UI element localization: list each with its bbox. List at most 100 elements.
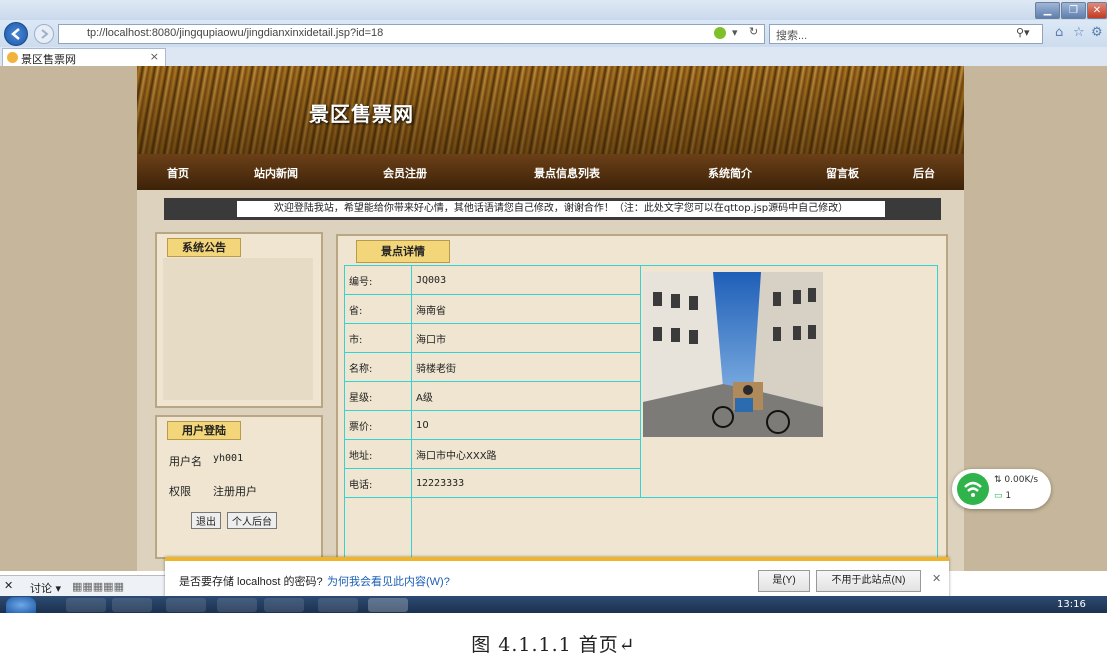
field-label: 票价: (344, 410, 412, 440)
search-placeholder: 搜索... (776, 30, 808, 42)
dropdown-icon[interactable]: ▾ (732, 26, 738, 39)
why-link[interactable]: 为何我会看见此内容(W)? (327, 573, 450, 589)
attraction-photo (643, 272, 823, 437)
marquee-text: 欢迎登陆我站，希望能给你带来好心情，其他话语请您自己修改，谢谢合作！（注：此处文… (237, 201, 885, 217)
nav-guestbook[interactable]: 留言板 (826, 165, 859, 181)
home-icon[interactable]: ⌂ (1055, 25, 1063, 40)
field-label: 星级: (344, 381, 412, 411)
back-arrow-icon (11, 28, 20, 40)
nav-news[interactable]: 站内新闻 (254, 165, 298, 181)
marquee-frame: 欢迎登陆我站，希望能给你带来好心情，其他话语请您自己修改，谢谢合作！（注：此处文… (164, 198, 941, 220)
figure-caption: 图 4.1.1.1 首页↵ (471, 634, 636, 656)
field-label: 市: (344, 323, 412, 353)
detail-title: 景点详情 (356, 240, 450, 263)
username-label: 用户名 (169, 455, 202, 468)
banner-shade (137, 66, 964, 154)
tab-row: 景区售票网 × (0, 47, 1107, 67)
field-value: 12223333 (411, 468, 641, 498)
web-page: 景区售票网 首页 站内新闻 会员注册 景点信息列表 系统简介 留言板 后台 欢迎… (0, 66, 1107, 571)
browser-app-icon[interactable] (217, 598, 257, 612)
network-speed: ⇅ 0.00K/s (994, 475, 1039, 485)
minimize-button[interactable]: ▁ (1035, 2, 1060, 19)
folder-icon[interactable] (264, 598, 304, 612)
nav-home[interactable]: 首页 (167, 165, 189, 181)
personal-center-button[interactable]: 个人后台 (227, 512, 277, 529)
start-orb-icon[interactable] (6, 597, 36, 613)
never-save-button[interactable]: 不用于此站点(N) (816, 570, 921, 592)
close-savebar-icon[interactable]: ✕ (932, 572, 941, 585)
media-icon[interactable] (318, 598, 358, 612)
user-login-panel: 用户登陆 用户名 yh001 权限 注册用户 退出 个人后台 (155, 415, 323, 559)
field-value: A级 (411, 381, 641, 411)
logout-button[interactable]: 退出 (191, 512, 221, 529)
nav-register[interactable]: 会员注册 (383, 165, 427, 181)
nav-attractions[interactable]: 景点信息列表 (534, 165, 600, 181)
settings-gear-icon[interactable]: ⚙ (1091, 25, 1103, 40)
search-icon[interactable]: ⚲▾ (1016, 26, 1030, 39)
field-value: 骑楼老街 (411, 352, 641, 382)
window-titlebar: ▁ ❐ ✕ (0, 0, 1107, 20)
site-title: 景区售票网 (309, 102, 414, 126)
photo-cell (640, 265, 938, 498)
device-count-value: 1 (1005, 491, 1012, 501)
save-yes-button[interactable]: 是(Y) (758, 570, 810, 592)
wifi-symbol (964, 481, 982, 497)
table-row: 编号: JQ003 (344, 265, 938, 498)
ie-icon[interactable] (368, 598, 408, 612)
detail-table: 编号: JQ003 省: 海南省 市: 海口市 名称: 骑楼老街 星级: A级 … (344, 265, 938, 571)
qq-icon[interactable] (112, 598, 152, 612)
field-label: 编号: (344, 265, 412, 295)
favicon-icon (7, 52, 18, 63)
forward-button[interactable] (34, 24, 54, 44)
close-tab-icon[interactable]: × (150, 50, 159, 63)
favorites-bar: ✕ 讨论 ▾ ▦▦▦▦▦ (0, 575, 166, 597)
taskbar: 13:16 (0, 596, 1107, 613)
main-nav: 首页 站内新闻 会员注册 景点信息列表 系统简介 留言板 后台 (137, 154, 964, 190)
field-value: 海南省 (411, 294, 641, 324)
field-value: 海口市 (411, 323, 641, 353)
clock: 13:16 (1057, 599, 1086, 610)
editor-icon[interactable] (166, 598, 206, 612)
speed-value: 0.00K/s (1004, 475, 1039, 485)
browser-tab[interactable]: 景区售票网 × (2, 48, 166, 67)
close-window-button[interactable]: ✕ (1087, 2, 1107, 19)
field-value: JQ003 (411, 265, 641, 295)
forward-arrow-icon (41, 29, 49, 39)
notice-content (163, 258, 313, 400)
save-password-question: 是否要存储 localhost 的密码? (179, 576, 323, 588)
nav-about[interactable]: 系统简介 (708, 165, 752, 181)
login-title: 用户登陆 (167, 421, 241, 440)
discuss-menu[interactable]: 讨论 ▾ (30, 580, 61, 596)
username-value: yh001 (213, 453, 244, 464)
wifi-icon (957, 473, 989, 505)
device-count: ▭ 1 (994, 491, 1012, 501)
address-bar[interactable]: tp://localhost:8080/jingqupiaowu/jingdia… (58, 24, 765, 44)
field-label: 地址: (344, 439, 412, 469)
notice-title: 系统公告 (167, 238, 241, 257)
compatibility-icon[interactable] (714, 27, 726, 39)
back-button[interactable] (4, 22, 28, 46)
field-value: 海口市中心XXX路 (411, 439, 641, 469)
refresh-icon[interactable]: ↻ (749, 25, 758, 38)
search-bar[interactable]: 搜索... ⚲▾ (769, 24, 1043, 44)
tab-title: 景区售票网 (21, 53, 76, 66)
attraction-detail-panel: 景点详情 编号: JQ003 省: 海南省 市: 海口市 名称: 骑楼老街 星级… (336, 234, 948, 571)
role-label: 权限 (169, 485, 191, 498)
field-label: 省: (344, 294, 412, 324)
app-icon[interactable] (66, 598, 106, 612)
favorites-star-icon[interactable]: ☆ (1073, 25, 1085, 40)
address-row: tp://localhost:8080/jingqupiaowu/jingdia… (0, 20, 1107, 47)
role-value: 注册用户 (213, 485, 257, 498)
maximize-button[interactable]: ❐ (1061, 2, 1086, 19)
toolbar-icons[interactable]: ▦▦▦▦▦ (72, 580, 124, 593)
field-value: 10 (411, 410, 641, 440)
notice-panel: 系统公告 (155, 232, 323, 408)
save-password-bar: 是否要存储 localhost 的密码? 为何我会看见此内容(W)? 是(Y) … (165, 557, 949, 599)
network-speed-widget[interactable]: ⇅ 0.00K/s ▭ 1 (952, 469, 1051, 509)
field-label: 名称: (344, 352, 412, 382)
page-center: 景区售票网 首页 站内新闻 会员注册 景点信息列表 系统简介 留言板 后台 欢迎… (137, 66, 964, 571)
close-favbar-icon[interactable]: ✕ (4, 579, 13, 592)
field-label: 电话: (344, 468, 412, 498)
nav-admin[interactable]: 后台 (913, 165, 935, 181)
url-text: tp://localhost:8080/jingqupiaowu/jingdia… (87, 27, 384, 39)
